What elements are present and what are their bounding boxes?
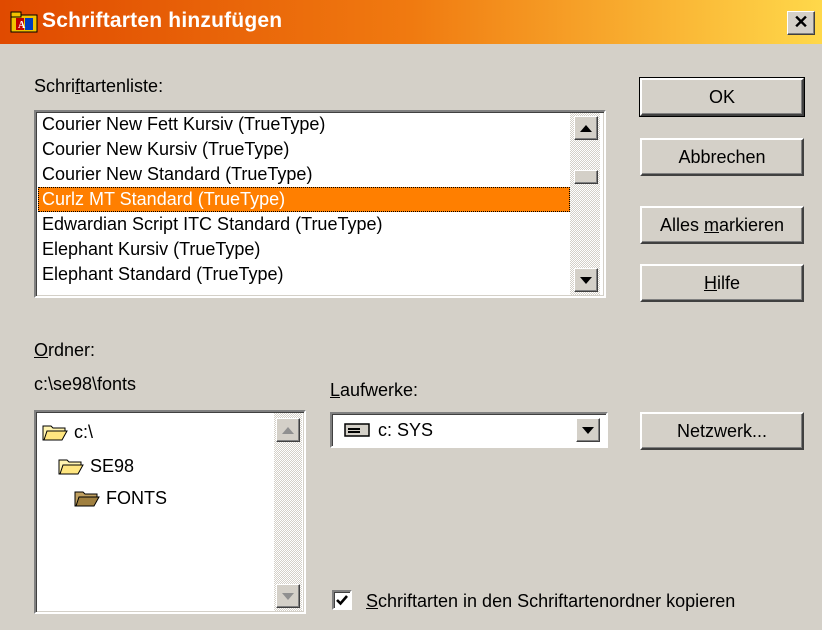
folder-item-fonts[interactable]: FONTS [74, 484, 167, 512]
scroll-thumb[interactable] [574, 170, 598, 184]
font-listbox[interactable]: Courier New Fett Kursiv (TrueType) Courie… [34, 110, 606, 298]
font-list-item[interactable]: Courier New Fett Kursiv (TrueType) [42, 112, 325, 137]
font-list-label-part: tartenliste: [80, 76, 164, 96]
folder-item-root[interactable]: c:\ [42, 418, 93, 446]
copy-label-part: chriftarten in den Schriftartenordner ko… [378, 591, 736, 611]
font-list-item[interactable]: Edwardian Script ITC Standard (TrueType) [42, 212, 382, 237]
folder-item-label: c:\ [74, 421, 94, 442]
chevron-down-icon [582, 426, 594, 434]
font-list-item[interactable]: Courier New Standard (TrueType) [42, 162, 312, 187]
help-label-accel: H [703, 273, 717, 293]
font-list-label: Schriftartenliste: [34, 76, 163, 97]
ok-button-label: OK [708, 87, 735, 107]
font-list-item[interactable]: Courier New Kursiv (TrueType) [42, 137, 289, 162]
arrow-up-icon [580, 124, 592, 132]
drives-label-accel: L [330, 380, 341, 400]
copy-label-accel: S [366, 591, 379, 611]
tree-scroll-up-button[interactable] [276, 418, 300, 442]
font-list-item[interactable]: Elephant Kursiv (TrueType) [42, 237, 260, 262]
drive-dropdown-button[interactable] [576, 418, 600, 442]
arrow-up-icon [282, 426, 294, 434]
select-all-label-part: arkieren [718, 215, 785, 235]
network-button[interactable]: Netzwerk... [640, 412, 804, 450]
cancel-button[interactable]: Abbrechen [640, 138, 804, 176]
folder-item-label: FONTS [106, 487, 167, 508]
title-bar[interactable]: A Schriftarten hinzufügen ✕ [0, 0, 822, 44]
copy-to-fonts-checkbox[interactable] [332, 590, 352, 610]
close-button[interactable]: ✕ [787, 11, 815, 35]
folder-item-label: SE98 [90, 455, 135, 476]
cancel-button-label: Abbrechen [678, 147, 766, 167]
window-title: Schriftarten hinzufügen [42, 9, 283, 32]
drive-select-value: c: SYS [378, 420, 434, 440]
folder-item-se98[interactable]: SE98 [58, 452, 134, 480]
open-folder-icon [58, 459, 84, 475]
help-button[interactable]: Hilfe [640, 264, 804, 302]
folder-label: Ordner: [34, 340, 95, 361]
open-folder-icon [42, 425, 68, 441]
arrow-down-icon [580, 276, 592, 284]
folder-path: c:\se98\fonts [34, 374, 137, 394]
drive-icon [344, 423, 370, 437]
drives-label: Laufwerke: [330, 380, 418, 401]
close-icon: ✕ [793, 12, 809, 32]
select-all-label-part: Alles [659, 215, 704, 235]
tree-scroll-down-button[interactable] [276, 584, 300, 608]
copy-to-fonts-label[interactable]: Schriftarten in den Schriftartenordner k… [366, 591, 735, 612]
ok-button[interactable]: OK [639, 77, 805, 117]
network-button-label: Netzwerk... [676, 421, 768, 441]
drive-select[interactable]: c: SYS [330, 412, 608, 448]
arrow-down-icon [282, 592, 294, 600]
help-label-part: ilfe [716, 273, 740, 293]
folder-label-part: rdner: [48, 340, 96, 360]
font-list-item[interactable]: Elephant Standard (TrueType) [42, 262, 283, 287]
scroll-up-button[interactable] [574, 116, 598, 140]
scroll-down-button[interactable] [574, 268, 598, 292]
folder-tree[interactable]: c:\ SE98 FONTS [34, 410, 306, 614]
folder-label-accel: O [34, 340, 49, 360]
checkmark-icon [336, 595, 348, 606]
font-list-label-part: Schri [34, 76, 76, 96]
svg-text:A: A [18, 20, 26, 31]
open-folder-icon [74, 491, 100, 507]
select-all-label-accel: m [703, 215, 719, 235]
fonts-folder-icon: A [10, 11, 38, 33]
select-all-button[interactable]: Alles markieren [640, 206, 804, 244]
drives-label-part: aufwerke: [340, 380, 419, 400]
font-list-item[interactable]: Curlz MT Standard (TrueType) [38, 187, 570, 212]
folder-tree-scrollbar[interactable] [274, 413, 302, 611]
